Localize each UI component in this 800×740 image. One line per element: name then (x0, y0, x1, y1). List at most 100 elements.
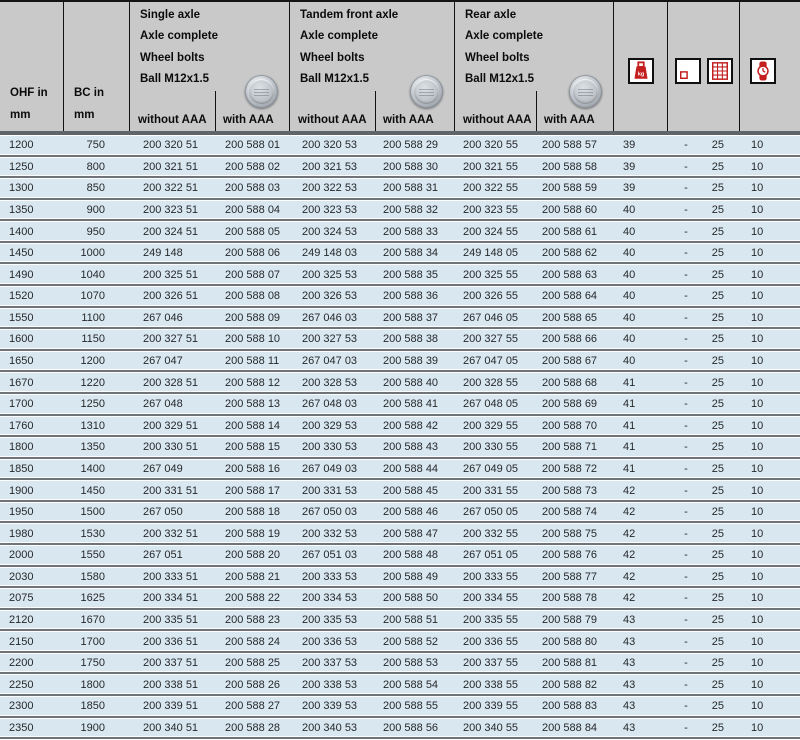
weight-kg: 40 (614, 222, 668, 244)
delivery-days: 10 (740, 654, 800, 676)
pack-box-qty: - (668, 697, 704, 719)
rear-axle-without-aaa-part: 200 327 55 (455, 330, 536, 352)
single-axle-with-aaa-part: 200 588 27 (215, 697, 290, 719)
weight-kg: 42 (614, 503, 668, 525)
ohf-value: 2250 (0, 675, 64, 697)
single-axle-without-aaa-part: 267 046 (130, 309, 215, 331)
seal-badge (245, 75, 278, 108)
pack-grid-qty: 25 (704, 373, 740, 395)
table-row: 15201070200 326 51200 588 08200 326 5320… (0, 287, 800, 309)
group-subtitle: Axle complete (140, 26, 289, 47)
single-axle-with-aaa-part: 200 588 20 (215, 546, 290, 568)
tandem-axle-without-aaa-part: 267 047 03 (290, 352, 375, 374)
single-axle-with-aaa-part: 200 588 21 (215, 568, 290, 590)
bc-value: 1625 (64, 589, 130, 611)
subcolumn-row: without AAA with AAA (455, 114, 614, 131)
single-axle-without-aaa-part: 267 049 (130, 460, 215, 482)
seal-badge (410, 75, 443, 108)
single-axle-with-aaa-part: 200 588 14 (215, 417, 290, 439)
tandem-axle-with-aaa-part: 200 588 32 (375, 201, 455, 223)
weight-kg: 41 (614, 395, 668, 417)
rear-axle-with-aaa-part: 200 588 78 (536, 589, 614, 611)
pack-box-qty: - (668, 373, 704, 395)
group-title: Single axle (140, 5, 289, 26)
tandem-axle-with-aaa-part: 200 588 33 (375, 222, 455, 244)
ohf-value: 1350 (0, 201, 64, 223)
group-subtitle: Axle complete (300, 26, 454, 47)
tandem-axle-without-aaa-part: 200 336 53 (290, 632, 375, 654)
table-header: OHF in mm BC in mm Single axle Axle comp… (0, 0, 800, 135)
single-axle-without-aaa-part: 200 327 51 (130, 330, 215, 352)
pack-box-qty: - (668, 481, 704, 503)
rear-axle-without-aaa-part: 200 334 55 (455, 589, 536, 611)
pack-box-qty: - (668, 395, 704, 417)
delivery-days: 10 (740, 589, 800, 611)
subcolumn-row: without AAA with AAA (130, 114, 290, 131)
pack-grid-qty: 25 (704, 611, 740, 633)
tandem-axle-with-aaa-part: 200 588 48 (375, 546, 455, 568)
pack-grid-qty: 25 (704, 589, 740, 611)
rear-axle-with-aaa-part: 200 588 66 (536, 330, 614, 352)
pack-grid-qty: 25 (704, 503, 740, 525)
tandem-axle-without-aaa-part: 200 339 53 (290, 697, 375, 719)
pack-grid-qty: 25 (704, 697, 740, 719)
delivery-days: 10 (740, 265, 800, 287)
pack-grid-qty: 25 (704, 675, 740, 697)
single-axle-without-aaa-part: 267 050 (130, 503, 215, 525)
rear-axle-with-aaa-part: 200 588 74 (536, 503, 614, 525)
single-axle-with-aaa-part: 200 588 28 (215, 719, 290, 740)
subcolumn-with-aaa: with AAA (536, 114, 614, 131)
weight-kg: 41 (614, 417, 668, 439)
rear-axle-with-aaa-part: 200 588 60 (536, 201, 614, 223)
table-row: 22001750200 337 51200 588 25200 337 5320… (0, 654, 800, 676)
pack-grid-qty: 25 (704, 460, 740, 482)
rear-axle-without-aaa-part: 200 328 55 (455, 373, 536, 395)
rear-axle-without-aaa-part: 267 048 05 (455, 395, 536, 417)
tandem-axle-with-aaa-part: 200 588 34 (375, 244, 455, 266)
pack-grid-qty: 25 (704, 632, 740, 654)
delivery-days: 10 (740, 697, 800, 719)
ohf-value: 2030 (0, 568, 64, 590)
tandem-axle-with-aaa-part: 200 588 43 (375, 438, 455, 460)
bc-value: 1500 (64, 503, 130, 525)
tandem-axle-without-aaa-part: 200 330 53 (290, 438, 375, 460)
single-axle-with-aaa-part: 200 588 05 (215, 222, 290, 244)
delivery-days: 10 (740, 373, 800, 395)
subcolumn-without-aaa: without AAA (130, 114, 215, 131)
pack-grid-qty: 25 (704, 158, 740, 180)
pack-box-qty: - (668, 568, 704, 590)
delivery-days: 10 (740, 611, 800, 633)
single-axle-without-aaa-part: 200 333 51 (130, 568, 215, 590)
table-row: 15501100267 046200 588 09267 046 03200 5… (0, 309, 800, 331)
single-axle-without-aaa-part: 200 334 51 (130, 589, 215, 611)
single-axle-with-aaa-part: 200 588 10 (215, 330, 290, 352)
delivery-days: 10 (740, 287, 800, 309)
tandem-axle-with-aaa-part: 200 588 52 (375, 632, 455, 654)
single-axle-with-aaa-part: 200 588 04 (215, 201, 290, 223)
pack-box-qty: - (668, 201, 704, 223)
column-header-bc: BC in mm (64, 2, 130, 131)
weight-kg: 40 (614, 330, 668, 352)
tandem-axle-without-aaa-part: 200 323 53 (290, 201, 375, 223)
weight-kg: 42 (614, 589, 668, 611)
tandem-axle-with-aaa-part: 200 588 45 (375, 481, 455, 503)
bc-value: 1040 (64, 265, 130, 287)
single-axle-with-aaa-part: 200 588 24 (215, 632, 290, 654)
bc-value: 1530 (64, 524, 130, 546)
ohf-value: 2350 (0, 719, 64, 740)
rear-axle-without-aaa-part: 267 046 05 (455, 309, 536, 331)
tandem-axle-without-aaa-part: 267 049 03 (290, 460, 375, 482)
group-subtitle: Axle complete (465, 26, 613, 47)
subcolumn-with-aaa: with AAA (215, 114, 290, 131)
ohf-value: 1650 (0, 352, 64, 374)
weight-kg: 40 (614, 265, 668, 287)
rear-axle-with-aaa-part: 200 588 64 (536, 287, 614, 309)
box-icon (675, 58, 701, 84)
ohf-value: 1400 (0, 222, 64, 244)
pack-box-qty: - (668, 330, 704, 352)
rear-axle-with-aaa-part: 200 588 73 (536, 481, 614, 503)
delivery-days: 10 (740, 568, 800, 590)
pack-grid-qty: 25 (704, 719, 740, 740)
subcolumn-divider (215, 91, 216, 131)
subcolumn-with-aaa: with AAA (375, 114, 455, 131)
